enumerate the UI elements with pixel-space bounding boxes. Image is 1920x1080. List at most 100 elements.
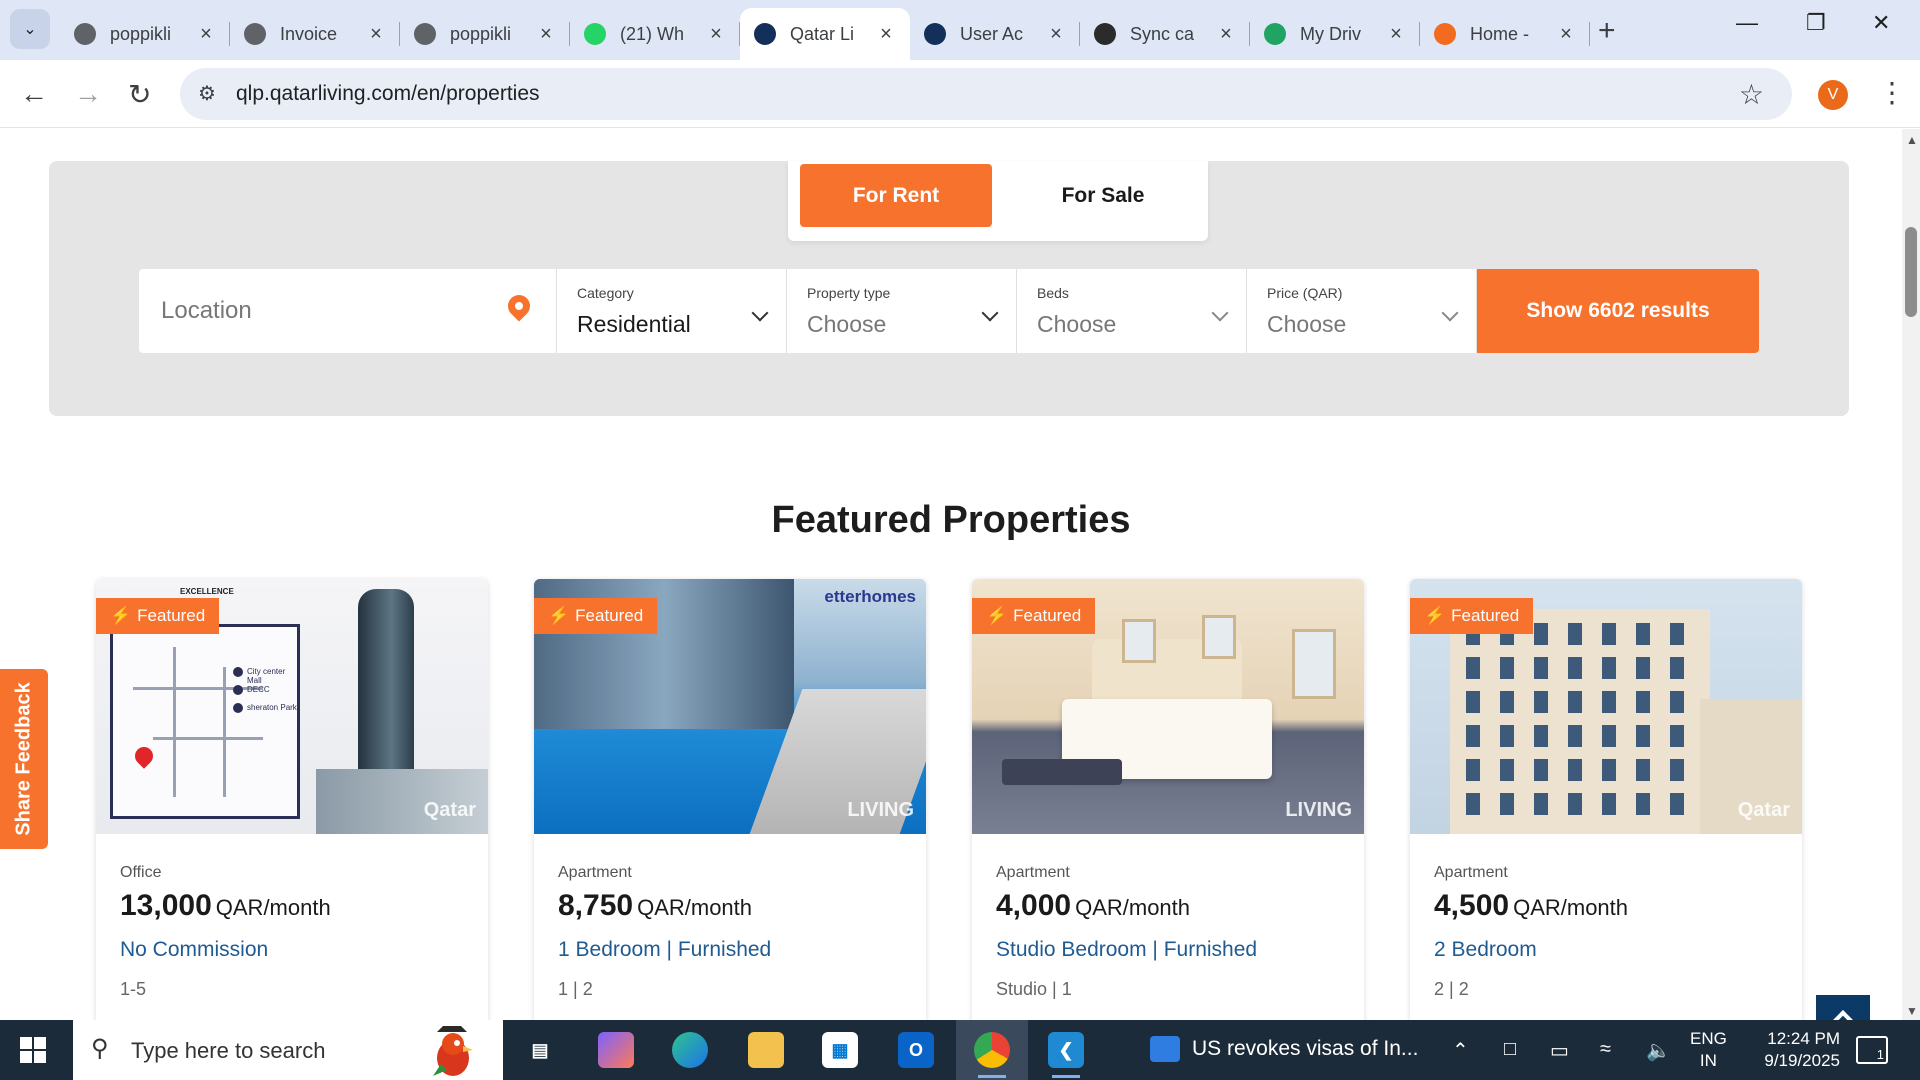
property-card[interactable]: Qatar ⚡ Featured Apartment 4,500 QAR/month… xyxy=(1410,579,1802,1020)
browser-tab[interactable]: (21) Wh × xyxy=(570,8,740,60)
property-type: Apartment xyxy=(996,864,1070,881)
price-select[interactable]: Price (QAR) Choose xyxy=(1247,269,1477,353)
close-tab-icon[interactable]: × xyxy=(366,23,386,46)
featured-badge: ⚡ Featured xyxy=(972,598,1096,634)
browser-tab[interactable]: Invoice × xyxy=(230,8,400,60)
browser-menu-icon[interactable]: ⋮ xyxy=(1878,76,1906,109)
property-subtitle[interactable]: Studio Bedroom | Furnished xyxy=(996,938,1257,962)
language-indicator[interactable]: ENG IN xyxy=(1690,1028,1727,1072)
close-tab-icon[interactable]: × xyxy=(1216,23,1236,46)
back-to-top-button[interactable] xyxy=(1816,995,1870,1020)
property-card[interactable]: etterhomes LIVING ⚡ Featured Apartment 8,… xyxy=(534,579,926,1020)
property-type: Office xyxy=(120,864,162,881)
close-tab-icon[interactable]: × xyxy=(1046,23,1066,46)
close-tab-icon[interactable]: × xyxy=(1556,23,1576,46)
location-placeholder: Location xyxy=(161,297,252,324)
category-select[interactable]: Category Residential xyxy=(557,269,787,353)
battery-icon[interactable]: ▭ xyxy=(1550,1038,1569,1063)
show-results-button[interactable]: Show 6602 results xyxy=(1477,269,1759,353)
site-info-icon[interactable]: ⚙ xyxy=(198,81,216,106)
close-window-icon[interactable]: ✕ xyxy=(1872,10,1890,36)
close-tab-icon[interactable]: × xyxy=(536,23,556,46)
browser-tab[interactable]: poppikli × xyxy=(60,8,230,60)
outlook-icon[interactable]: O xyxy=(898,1032,934,1068)
news-widget[interactable]: US revokes visas of In... xyxy=(1150,1036,1418,1062)
property-card[interactable]: City center Mall DECC sheraton Park EXCE… xyxy=(96,579,488,1020)
beds-select[interactable]: Beds Choose xyxy=(1017,269,1247,353)
vscode-icon[interactable]: ❮ xyxy=(1048,1032,1084,1078)
share-feedback-button[interactable]: Share Feedback xyxy=(0,669,48,849)
property-subtitle[interactable]: 2 Bedroom xyxy=(1434,938,1537,962)
close-tab-icon[interactable]: × xyxy=(196,23,216,46)
scroll-up-arrow-icon[interactable]: ▲ xyxy=(1906,133,1918,147)
lightning-icon: ⚡ xyxy=(986,606,1008,625)
location-field[interactable]: Location xyxy=(139,269,557,353)
watermark: Qatar xyxy=(1737,799,1790,821)
minimize-icon[interactable]: — xyxy=(1736,10,1758,36)
edge-icon[interactable] xyxy=(672,1032,708,1068)
property-subtitle[interactable]: 1 Bedroom | Furnished xyxy=(558,938,771,962)
property-meta: 1 | 2 xyxy=(558,979,593,999)
browser-tab[interactable]: Sync ca × xyxy=(1080,8,1250,60)
map-legend-2: DECC xyxy=(247,685,270,694)
tab-search-chevron-icon[interactable]: ⌄ xyxy=(10,9,50,49)
page-scrollbar[interactable]: ▲ ▼ xyxy=(1902,129,1920,1020)
browser-tab[interactable]: Home - × xyxy=(1420,8,1590,60)
location-pin-icon xyxy=(503,290,535,322)
property-type-select[interactable]: Property type Choose xyxy=(787,269,1017,353)
close-tab-icon[interactable]: × xyxy=(706,23,726,46)
new-tab-plus-icon[interactable]: + xyxy=(1598,14,1616,48)
windows-start-icon[interactable] xyxy=(20,1037,46,1063)
news-icon xyxy=(1150,1036,1180,1062)
watermark: Qatar xyxy=(423,799,476,821)
tab-title: User Ac xyxy=(960,23,1024,44)
browser-tab[interactable]: My Driv × xyxy=(1250,8,1420,60)
scroll-thumb[interactable] xyxy=(1905,227,1917,317)
property-subtitle[interactable]: No Commission xyxy=(120,938,268,962)
microsoft-store-icon[interactable]: ▦ xyxy=(822,1032,858,1068)
url-text[interactable]: qlp.qatarliving.com/en/properties xyxy=(236,82,540,106)
reload-icon[interactable]: ↻ xyxy=(128,78,151,111)
beds-value: Choose xyxy=(1037,311,1117,337)
taskbar-clock[interactable]: 12:24 PM 9/19/2025 xyxy=(1740,1028,1840,1072)
browser-toolbar: ← → ↻ ⚙ qlp.qatarliving.com/en/propertie… xyxy=(0,60,1920,128)
browser-tab[interactable]: Qatar Li × xyxy=(740,8,910,60)
property-price: 13,000 QAR/month xyxy=(120,889,331,922)
qatarliving-icon xyxy=(754,23,776,45)
property-card[interactable]: LIVING ⚡ Featured Apartment 4,000 QAR/mont… xyxy=(972,579,1364,1020)
price-value: Choose xyxy=(1267,311,1347,337)
search-filters: Location Category Residential Property t… xyxy=(139,269,1759,353)
taskbar-search-placeholder: Type here to search xyxy=(131,1038,326,1063)
volume-icon[interactable]: 🔈 xyxy=(1646,1038,1671,1063)
tab-for-sale[interactable]: For Sale xyxy=(1008,164,1198,227)
watermark: LIVING xyxy=(847,799,914,821)
tab-title: Sync ca xyxy=(1130,23,1195,44)
chrome-icon[interactable] xyxy=(974,1032,1010,1078)
show-hidden-icons-chevron-icon[interactable]: ⌃ xyxy=(1452,1038,1469,1063)
forward-arrow-icon[interactable]: → xyxy=(74,78,102,110)
close-tab-icon[interactable]: × xyxy=(876,23,896,46)
browser-tab[interactable]: User Ac × xyxy=(910,8,1080,60)
back-arrow-icon[interactable]: ← xyxy=(20,78,48,110)
file-explorer-icon[interactable] xyxy=(748,1032,784,1068)
property-type-value: Choose xyxy=(807,311,887,337)
taskbar-search-box[interactable]: ⚲ Type here to search xyxy=(73,1020,503,1080)
close-tab-icon[interactable]: × xyxy=(1386,23,1406,46)
meet-now-icon[interactable]: □ xyxy=(1504,1038,1516,1061)
scroll-down-arrow-icon[interactable]: ▼ xyxy=(1906,1004,1918,1018)
address-bar[interactable]: ⚙ qlp.qatarliving.com/en/properties ☆ xyxy=(180,68,1792,120)
bookmark-star-icon[interactable]: ☆ xyxy=(1739,78,1764,111)
listing-mode-tabs: For Rent For Sale xyxy=(788,161,1208,241)
notification-center-icon[interactable]: 1 xyxy=(1856,1036,1888,1064)
browser-tab[interactable]: poppikli × xyxy=(400,8,570,60)
copilot-icon[interactable] xyxy=(598,1032,634,1068)
tab-for-rent[interactable]: For Rent xyxy=(800,164,992,227)
tab-title: My Driv xyxy=(1300,23,1361,44)
wifi-icon[interactable]: ≈ xyxy=(1600,1038,1611,1061)
profile-avatar[interactable]: V xyxy=(1818,80,1848,110)
restore-icon[interactable]: ❐ xyxy=(1806,10,1826,36)
task-view-icon[interactable]: ▤ xyxy=(522,1032,558,1068)
orange-logo-icon xyxy=(1434,23,1456,45)
globe-icon xyxy=(414,23,436,45)
search-highlight-parrot-icon xyxy=(433,1026,473,1076)
